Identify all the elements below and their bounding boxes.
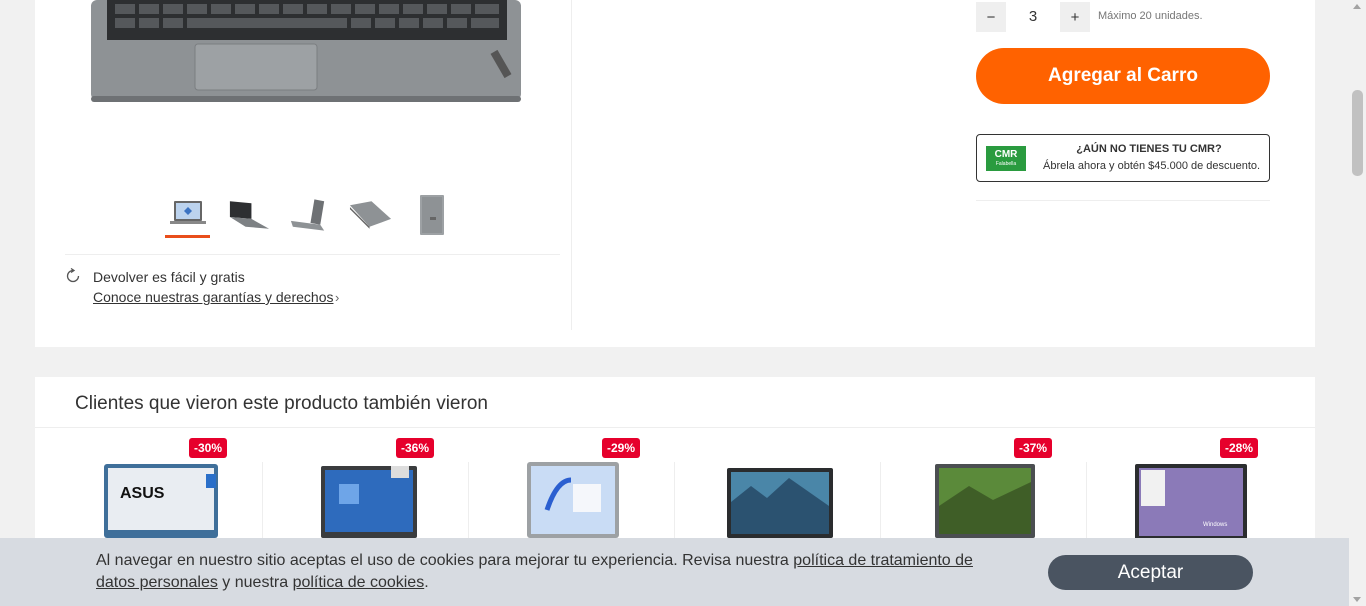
recommendations-title: Clientes que vieron este producto tambié… — [75, 393, 488, 414]
main-product-image[interactable] — [87, 0, 525, 104]
laptop-back-thumb-icon — [419, 195, 444, 235]
laptop-image[interactable]: Windows — [1121, 462, 1261, 542]
chevron-right-icon[interactable]: › — [335, 290, 339, 305]
laptop-image[interactable] — [709, 462, 849, 542]
cookie-text-after: . — [424, 574, 429, 591]
divider — [65, 254, 560, 255]
image-gallery: Devolver es fácil y gratis Conoce nuestr… — [35, 0, 572, 330]
thumbnail-4[interactable] — [348, 192, 393, 238]
quantity-max-note: Máximo 20 unidades. — [1098, 10, 1203, 22]
scrollbar-thumb[interactable] — [1352, 90, 1363, 176]
thumbnail-5[interactable] — [409, 192, 454, 238]
cmr-logo-subtext: Falabella — [995, 161, 1017, 167]
cookie-text-middle: y nuestra — [217, 574, 293, 591]
laptop-image[interactable]: ASUS — [96, 462, 236, 542]
scroll-up-arrow-icon[interactable] — [1353, 4, 1361, 9]
laptop-image[interactable] — [915, 462, 1055, 542]
laptop-image[interactable] — [299, 462, 439, 542]
cookie-message: Al navegar en nuestro sitio aceptas el u… — [96, 550, 1016, 594]
product-card: Devolver es fácil y gratis Conoce nuestr… — [35, 0, 1315, 347]
discount-badge: -29% — [602, 438, 641, 458]
warranty-rights-link[interactable]: Conoce nuestras garantías y derechos — [93, 289, 333, 305]
quantity-decrease-button[interactable]: − — [976, 2, 1006, 32]
thumbnail-1[interactable] — [165, 192, 210, 238]
laptop-closed-thumb-icon — [349, 201, 392, 229]
laptop-os-label: Windows — [1203, 522, 1227, 528]
laptop-brand-label: ASUS — [120, 485, 165, 502]
cookie-policy-link[interactable]: política de cookies — [293, 574, 425, 591]
laptop-angle-thumb-icon — [229, 201, 270, 229]
scroll-down-arrow-icon[interactable] — [1353, 597, 1361, 602]
discount-badge: -37% — [1014, 438, 1053, 458]
laptop-side-thumb-icon — [290, 199, 325, 231]
divider — [35, 427, 1315, 428]
divider — [976, 200, 1270, 201]
accept-cookies-button[interactable]: Aceptar — [1048, 555, 1253, 590]
thumbnail-3[interactable] — [287, 192, 332, 238]
cmr-logo: CMR Falabella — [986, 146, 1026, 171]
cmr-logo-text: CMR — [994, 149, 1018, 160]
quantity-increase-button[interactable]: + — [1060, 2, 1090, 32]
cookie-text-before: Al navegar en nuestro sitio aceptas el u… — [96, 552, 794, 569]
laptop-front-thumb-icon — [169, 201, 206, 224]
quantity-value[interactable]: 3 — [1014, 8, 1052, 25]
cmr-title: ¿AÚN NO TIENES TU CMR? — [1076, 143, 1222, 155]
cookie-banner: Al navegar en nuestro sitio aceptas el u… — [0, 538, 1366, 606]
thumbnail-2[interactable] — [226, 192, 271, 238]
discount-badge: -28% — [1220, 438, 1259, 458]
laptop-image[interactable] — [503, 462, 643, 542]
return-arrow-icon — [66, 268, 80, 283]
cmr-subtitle: Ábrela ahora y obtén $45.000 de descuent… — [1043, 160, 1261, 172]
add-to-cart-button[interactable]: Agregar al Carro — [976, 48, 1270, 104]
cmr-promo-banner[interactable]: CMR Falabella ¿AÚN NO TIENES TU CMR? Ábr… — [976, 134, 1270, 182]
discount-badge: -36% — [396, 438, 435, 458]
discount-badge: -30% — [189, 438, 228, 458]
return-policy-title: Devolver es fácil y gratis — [93, 269, 245, 285]
thumbnail-strip — [165, 192, 454, 238]
page-scrollbar[interactable] — [1349, 0, 1366, 606]
